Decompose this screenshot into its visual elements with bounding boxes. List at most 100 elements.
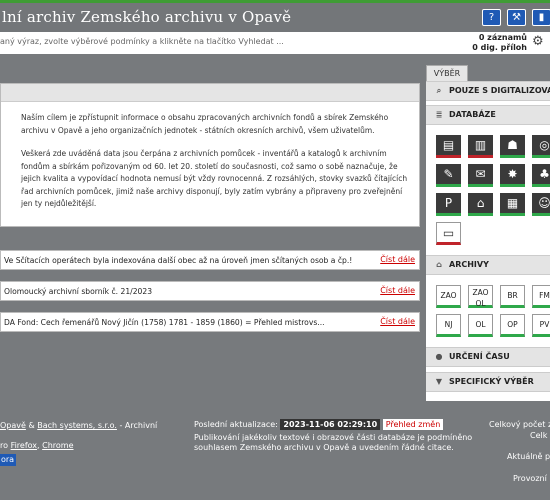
tools-button[interactable]: ⚒ xyxy=(507,9,526,26)
firefox-link[interactable]: Firefox xyxy=(11,441,37,450)
help-icon: ? xyxy=(488,12,495,23)
filter-icon: ▼ xyxy=(435,377,443,386)
archive-code: OL xyxy=(475,299,486,308)
news-text: DA Fond: Cech řemenářů Nový Jičín (1758)… xyxy=(4,318,325,327)
database-tile[interactable]: P xyxy=(436,193,461,216)
archive-tile-fm[interactable]: FM xyxy=(532,285,550,308)
parking-icon: P xyxy=(444,196,453,210)
ledger-icon: ▤ xyxy=(442,138,455,152)
database-tile[interactable]: ☺ xyxy=(532,193,550,216)
read-more-link[interactable]: Číst dále xyxy=(380,255,415,264)
database-tile[interactable]: ♣ xyxy=(532,164,550,187)
archive-code: FM xyxy=(539,291,550,300)
intro-header xyxy=(1,84,419,102)
opera-button[interactable]: ora xyxy=(0,454,16,466)
institution-icon: ⌂ xyxy=(436,260,442,269)
book-icon: ▭ xyxy=(442,226,455,240)
archive-code: BR xyxy=(507,291,518,300)
archive-tile-zao-ol[interactable]: ZAO OL xyxy=(468,285,493,308)
current-label: Aktuálně p xyxy=(507,452,550,461)
last-update: Poslední aktualizace: 2023-11-06 02:29:1… xyxy=(194,419,444,430)
map-pin-icon: ● xyxy=(435,352,443,361)
database-tile[interactable]: ⌂ xyxy=(468,193,493,216)
archive-code: ZAO xyxy=(472,288,489,297)
app-title: lní archiv Zemského archivu v Opavě xyxy=(2,8,292,26)
database-tile[interactable]: ✸ xyxy=(500,164,525,187)
person-desk-icon: ☗ xyxy=(507,138,518,152)
read-more-link[interactable]: Číst dále xyxy=(380,317,415,326)
archive-code: NJ xyxy=(444,320,453,329)
archive-code: PV xyxy=(539,320,550,329)
owner-link[interactable]: Opavě xyxy=(0,421,26,430)
digitized-only-toggle[interactable]: ⌕ POUZE S DIGITALIZOVAN xyxy=(426,81,550,101)
archive-tile-op[interactable]: OP xyxy=(500,314,525,337)
archive-tile-br[interactable]: BR xyxy=(500,285,525,308)
browser-note: ro Firefox, Chrome xyxy=(0,441,74,450)
databases-header[interactable]: ≣ DATABÁZE xyxy=(426,105,550,125)
news-item: Olomoucký archivní sborník č. 21/2023 Čí… xyxy=(0,281,420,301)
notice-line-2: souhlasem Zemského archivu v Opavě a uve… xyxy=(194,443,454,452)
archive-code: ZAO xyxy=(440,291,457,300)
footer-credits: Opavě & Bach systems, s.r.o. - Archivní xyxy=(0,421,158,430)
house-icon: ⌂ xyxy=(476,196,485,210)
chrome-link[interactable]: Chrome xyxy=(42,441,73,450)
camera-icon: ◎ xyxy=(539,138,550,152)
attachment-count: 0 dig. příloh xyxy=(472,43,527,52)
chart-icon: ▮ xyxy=(538,12,545,23)
selection-panel: ⌕ POUZE S DIGITALIZOVAN ≣ DATABÁZE ▤ ▥ ☗ ◎ ✎ ✉ ✸… xyxy=(426,81,550,401)
notice-line-1: Publikování jakékoliv textové i obrazové… xyxy=(194,433,473,442)
specific-label: SPECIFICKÝ VÝBĚR xyxy=(449,377,534,386)
read-more-link[interactable]: Číst dále xyxy=(380,286,415,295)
vendor-link[interactable]: Bach systems, s.r.o. xyxy=(37,421,117,430)
database-tile[interactable]: ☗ xyxy=(500,135,525,158)
total-count-label: Celkový počet z xyxy=(489,420,550,429)
archive-tile-zao[interactable]: ZAO xyxy=(436,285,461,308)
tree-icon: ♣ xyxy=(539,167,550,181)
feather-icon: ✎ xyxy=(443,167,454,181)
intro-box: Naším cílem je zpřístupnit informace o o… xyxy=(0,83,420,227)
news-text: Olomoucký archivní sborník č. 21/2023 xyxy=(4,287,153,296)
intro-paragraph-2: Veškerá zde uváděná data jsou čerpána z … xyxy=(21,149,408,208)
archive-tile-nj[interactable]: NJ xyxy=(436,314,461,337)
database-tile[interactable]: ▦ xyxy=(500,193,525,216)
archives-header[interactable]: ⌂ ARCHIVY xyxy=(426,255,550,275)
archive-code: OP xyxy=(507,320,518,329)
search-bar[interactable]: aný výraz, zvolte výběrové podmínky a kl… xyxy=(0,32,550,54)
database-tile[interactable]: ▭ xyxy=(436,222,461,245)
database-tile[interactable]: ▤ xyxy=(436,135,461,158)
building-icon: ▦ xyxy=(506,196,519,210)
document-icon: ▥ xyxy=(474,138,487,152)
footer: Opavě & Bach systems, s.r.o. - Archivní … xyxy=(0,412,550,500)
tools-icon: ⚒ xyxy=(512,12,521,23)
total-label: Celk xyxy=(530,431,548,440)
news-text: Ve Sčítacích operátech byla indexována d… xyxy=(4,256,353,265)
archive-tile-pv[interactable]: PV xyxy=(532,314,550,337)
people-icon: ☺ xyxy=(538,196,550,210)
time-header[interactable]: ● URČENÍ ČASU xyxy=(426,347,550,367)
time-label: URČENÍ ČASU xyxy=(449,352,510,361)
tab-selection[interactable]: VÝBĚR xyxy=(426,65,468,81)
databases-label: DATABÁZE xyxy=(449,110,496,119)
news-item: DA Fond: Cech řemenářů Nový Jičín (1758)… xyxy=(0,312,420,332)
database-tile[interactable]: ▥ xyxy=(468,135,493,158)
specific-header[interactable]: ▼ SPECIFICKÝ VÝBĚR xyxy=(426,372,550,392)
search-hint: aný výraz, zvolte výběrové podmínky a kl… xyxy=(0,37,284,46)
record-count: 0 záznamů xyxy=(478,33,527,42)
app-header: lní archiv Zemského archivu v Opavě ? ⚒ … xyxy=(0,0,550,32)
result-counts: 0 záznamů 0 dig. příloh xyxy=(472,33,527,53)
gear-icon[interactable]: ⚙ xyxy=(532,35,546,49)
help-button[interactable]: ? xyxy=(482,9,501,26)
scroll-icon: ✉ xyxy=(475,167,486,181)
paperclip-icon: ⌕ xyxy=(436,86,442,95)
database-tile[interactable]: ✉ xyxy=(468,164,493,187)
operation-label: Provozní xyxy=(513,474,547,483)
news-item: Ve Sčítacích operátech byla indexována d… xyxy=(0,250,420,270)
changes-link[interactable]: Přehled změn xyxy=(382,419,444,430)
stats-button[interactable]: ▮ xyxy=(532,9,550,26)
archive-tile-ol[interactable]: OL xyxy=(468,314,493,337)
database-tile[interactable]: ✎ xyxy=(436,164,461,187)
update-date: 2023-11-06 02:29:10 xyxy=(280,419,381,430)
database-tile[interactable]: ◎ xyxy=(532,135,550,158)
archive-code: OL xyxy=(475,320,486,329)
intro-paragraph-1: Naším cílem je zpřístupnit informace o o… xyxy=(21,113,389,135)
